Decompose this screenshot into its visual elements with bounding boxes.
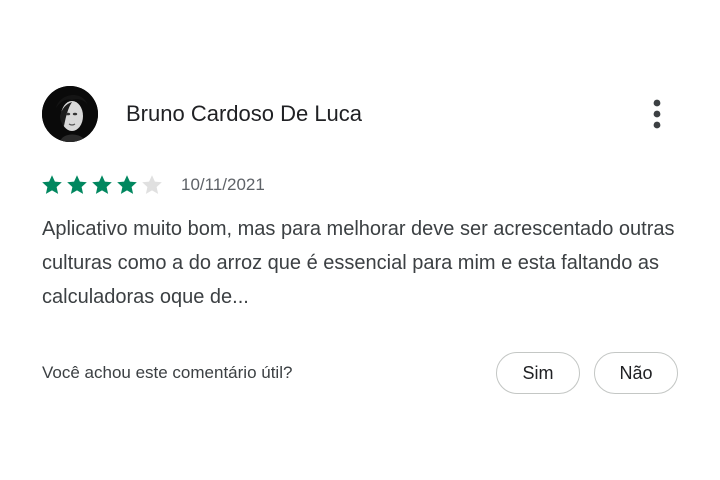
star-filled-icon: [92, 175, 112, 194]
helpful-question: Você achou este comentário útil?: [42, 363, 293, 382]
star-rating: [40, 173, 165, 197]
helpful-row: Você achou este comentário útil? Sim Não: [42, 350, 682, 396]
helpful-buttons: Sim Não: [496, 352, 682, 394]
author-name: Bruno Cardoso De Luca: [126, 101, 363, 126]
avatar-photo-icon: [42, 86, 98, 142]
star-filled-icon: [117, 175, 137, 194]
review-text[interactable]: Aplicativo muito bom, mas para melhorar …: [42, 212, 682, 314]
review-date: 10/11/2021: [181, 175, 265, 194]
star-empty-icon: [142, 175, 162, 194]
helpful-no-button[interactable]: Não: [594, 352, 678, 394]
star-filled-icon: [67, 175, 87, 194]
more-options-button[interactable]: [640, 94, 674, 134]
rating-row: 10/11/2021: [40, 172, 265, 198]
more-vert-icon: [653, 99, 661, 129]
star-filled-icon: [42, 175, 62, 194]
helpful-yes-button[interactable]: Sim: [496, 352, 580, 394]
avatar[interactable]: [42, 86, 98, 142]
review-card: Bruno Cardoso De Luca 10/11/2021 Aplicat…: [0, 0, 720, 480]
